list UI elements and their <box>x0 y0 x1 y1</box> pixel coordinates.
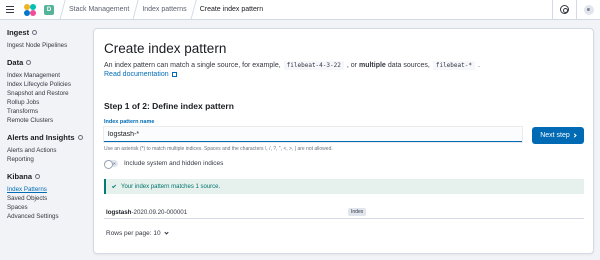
help-icon <box>35 174 41 179</box>
elastic-logo-icon[interactable] <box>24 3 36 16</box>
check-icon <box>111 183 117 189</box>
chevron-down-icon <box>163 230 169 235</box>
sidebar-item-advanced-settings[interactable]: Advanced Settings <box>7 212 86 221</box>
example-multi-code: filebeat-* <box>432 61 475 70</box>
page-description: An index pattern can match a single sour… <box>104 61 480 70</box>
include-system-indices-switch[interactable]: ✕ <box>104 159 118 169</box>
sidebar-item-rollup-jobs[interactable]: Rollup Jobs <box>7 98 86 107</box>
index-pattern-name-input[interactable] <box>104 127 522 142</box>
chevron-right-icon <box>572 133 577 138</box>
breadcrumb-stack-management[interactable]: Stack Management <box>63 0 135 20</box>
sidebar-item-index-lifecycle-policies[interactable]: Index Lifecycle Policies <box>7 80 86 89</box>
breadcrumb-current: Create index pattern <box>199 6 264 13</box>
sidebar-item-alerts-and-actions[interactable]: Alerts and Actions <box>7 146 86 155</box>
sidebar-item-transforms[interactable]: Transforms <box>7 107 86 116</box>
sidebar-group-title: Kibana <box>7 172 33 181</box>
sidebar-item-remote-clusters[interactable]: Remote Clusters <box>7 116 86 125</box>
sidebar-item-snapshot-and-restore[interactable]: Snapshot and Restore <box>7 89 86 98</box>
index-badge: Index <box>348 208 367 216</box>
sidebar-group-data: Data Index Management Index Lifecycle Po… <box>7 58 86 125</box>
help-icon <box>560 5 569 14</box>
sidebar-item-reporting[interactable]: Reporting <box>7 155 86 164</box>
help-icon <box>26 60 32 65</box>
index-pattern-name-label: Index pattern name <box>104 119 155 125</box>
sidebar-group-title: Alerts and Insights <box>7 133 75 142</box>
user-avatar: e <box>583 4 594 15</box>
breadcrumb-index-patterns[interactable]: Index patterns <box>136 0 192 20</box>
user-menu-button[interactable]: e <box>576 0 600 20</box>
step-title: Step 1 of 2: Define index pattern <box>104 101 234 111</box>
sidebar-group-ingest: Ingest Ingest Node Pipelines <box>7 28 86 50</box>
include-system-indices-toggle-row: ✕ Include system and hidden indices <box>104 159 223 169</box>
sidebar-item-spaces[interactable]: Spaces <box>7 203 86 212</box>
read-documentation-link[interactable]: Read documentation <box>104 71 177 78</box>
cross-icon: ✕ <box>112 161 116 166</box>
sidebar-group-alerts-and-insights: Alerts and Insights Alerts and Actions R… <box>7 133 86 164</box>
create-index-pattern-panel: Create index pattern An index pattern ca… <box>93 28 594 254</box>
page-title: Create index pattern <box>104 41 227 56</box>
external-link-icon <box>171 72 177 77</box>
match-success-callout: Your index pattern matches 1 source. <box>104 179 584 194</box>
sidebar-group-title: Ingest <box>7 28 30 37</box>
space-avatar[interactable]: D <box>44 4 54 15</box>
include-system-indices-label[interactable]: Include system and hidden indices <box>124 160 223 167</box>
example-single-code: filebeat-4-3-22 <box>283 61 344 70</box>
sidebar-item-ingest-node-pipelines[interactable]: Ingest Node Pipelines <box>7 41 86 50</box>
next-step-button[interactable]: Next step <box>532 127 584 144</box>
help-icon <box>77 135 83 140</box>
sidebar-item-saved-objects[interactable]: Saved Objects <box>7 194 86 203</box>
sidebar-group-kibana: Kibana Index Patterns Saved Objects Spac… <box>7 172 86 221</box>
rows-per-page-button[interactable]: Rows per page: 10 <box>106 230 169 237</box>
help-icon <box>32 30 38 35</box>
breadcrumb: Stack Management Index patterns Create i… <box>59 0 269 20</box>
menu-icon[interactable] <box>6 0 18 20</box>
sidebar-item-index-patterns[interactable]: Index Patterns <box>7 185 86 194</box>
help-menu-button[interactable] <box>552 0 576 20</box>
top-header: D Stack Management Index patterns Create… <box>0 0 600 20</box>
matched-index-name: logstash-2020.09.20-000001 <box>106 208 188 216</box>
index-pattern-help-text: Use an asterisk (*) to match multiple in… <box>104 146 333 152</box>
table-row: logstash-2020.09.20-000001 Index <box>104 206 584 219</box>
sidebar-item-index-management[interactable]: Index Management <box>7 71 86 80</box>
management-sidebar: Ingest Ingest Node Pipelines Data Index … <box>0 20 86 260</box>
sidebar-group-title: Data <box>7 58 24 67</box>
